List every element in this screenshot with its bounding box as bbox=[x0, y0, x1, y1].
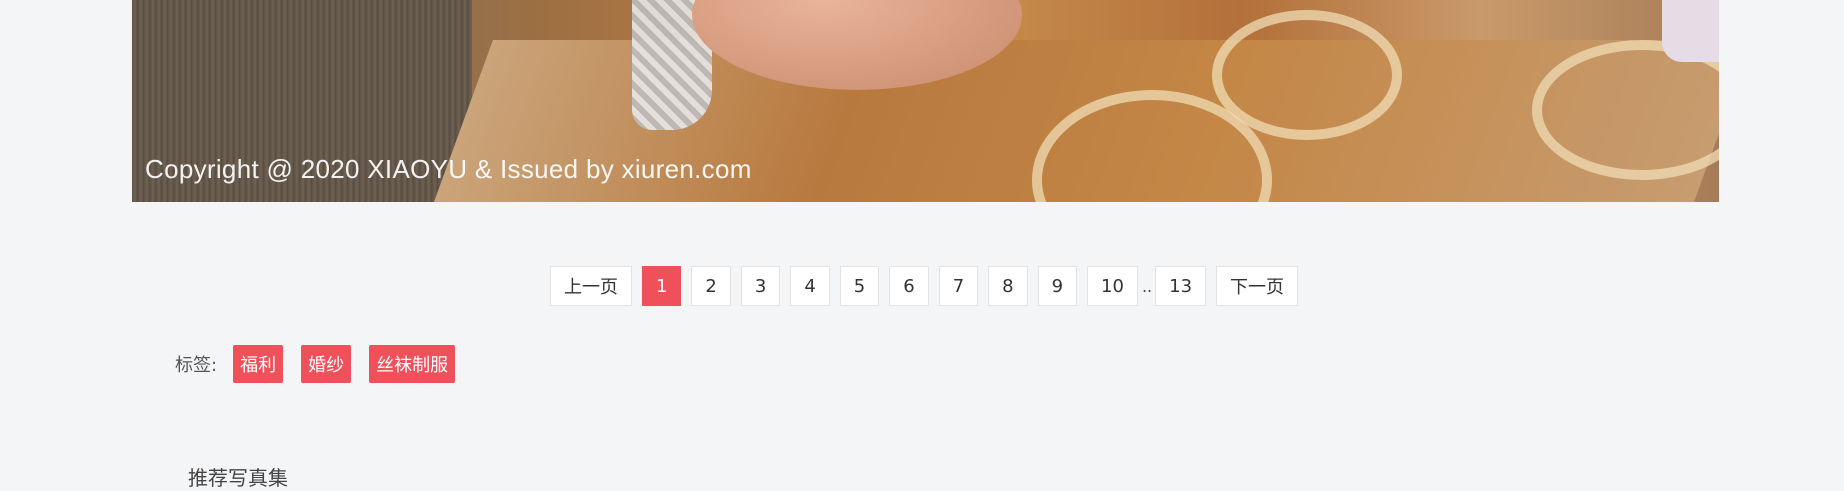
gallery-photo: Copyright @ 2020 XIAOYU & Issued by xiur… bbox=[132, 0, 1719, 202]
tag-link[interactable]: 丝袜制服 bbox=[369, 345, 456, 383]
page-button[interactable]: 1 bbox=[641, 266, 682, 306]
tag-link[interactable]: 福利 bbox=[233, 345, 284, 383]
tag-link[interactable]: 婚纱 bbox=[301, 345, 352, 383]
page-button[interactable]: 3 bbox=[740, 266, 781, 306]
page-button[interactable]: 4 bbox=[790, 266, 830, 306]
page-button[interactable]: 10 bbox=[1087, 266, 1138, 306]
pagination: 上一页 1 2 3 4 5 6 7 8 9 10 .. 13 下一页 bbox=[0, 266, 1844, 306]
page-button[interactable]: 8 bbox=[988, 266, 1028, 306]
tags-label: 标签: bbox=[175, 355, 218, 376]
photo-stocking bbox=[1662, 0, 1719, 62]
page-button[interactable]: 7 bbox=[938, 266, 979, 306]
pagination-ellipsis: .. bbox=[1141, 276, 1153, 296]
page-button[interactable]: 5 bbox=[839, 266, 880, 306]
copyright-watermark: Copyright @ 2020 XIAOYU & Issued by xiur… bbox=[145, 154, 752, 184]
tag-list: 标签: 福利 婚纱 丝袜制服 bbox=[175, 345, 473, 383]
recommend-section-title: 推荐写真集 bbox=[188, 466, 288, 490]
page-button[interactable]: 9 bbox=[1037, 266, 1078, 306]
last-page-button[interactable]: 13 bbox=[1155, 266, 1207, 306]
page-button[interactable]: 2 bbox=[691, 266, 731, 306]
page-button[interactable]: 6 bbox=[889, 266, 929, 306]
prev-page-button[interactable]: 上一页 bbox=[549, 266, 632, 306]
next-page-button[interactable]: 下一页 bbox=[1216, 266, 1299, 306]
